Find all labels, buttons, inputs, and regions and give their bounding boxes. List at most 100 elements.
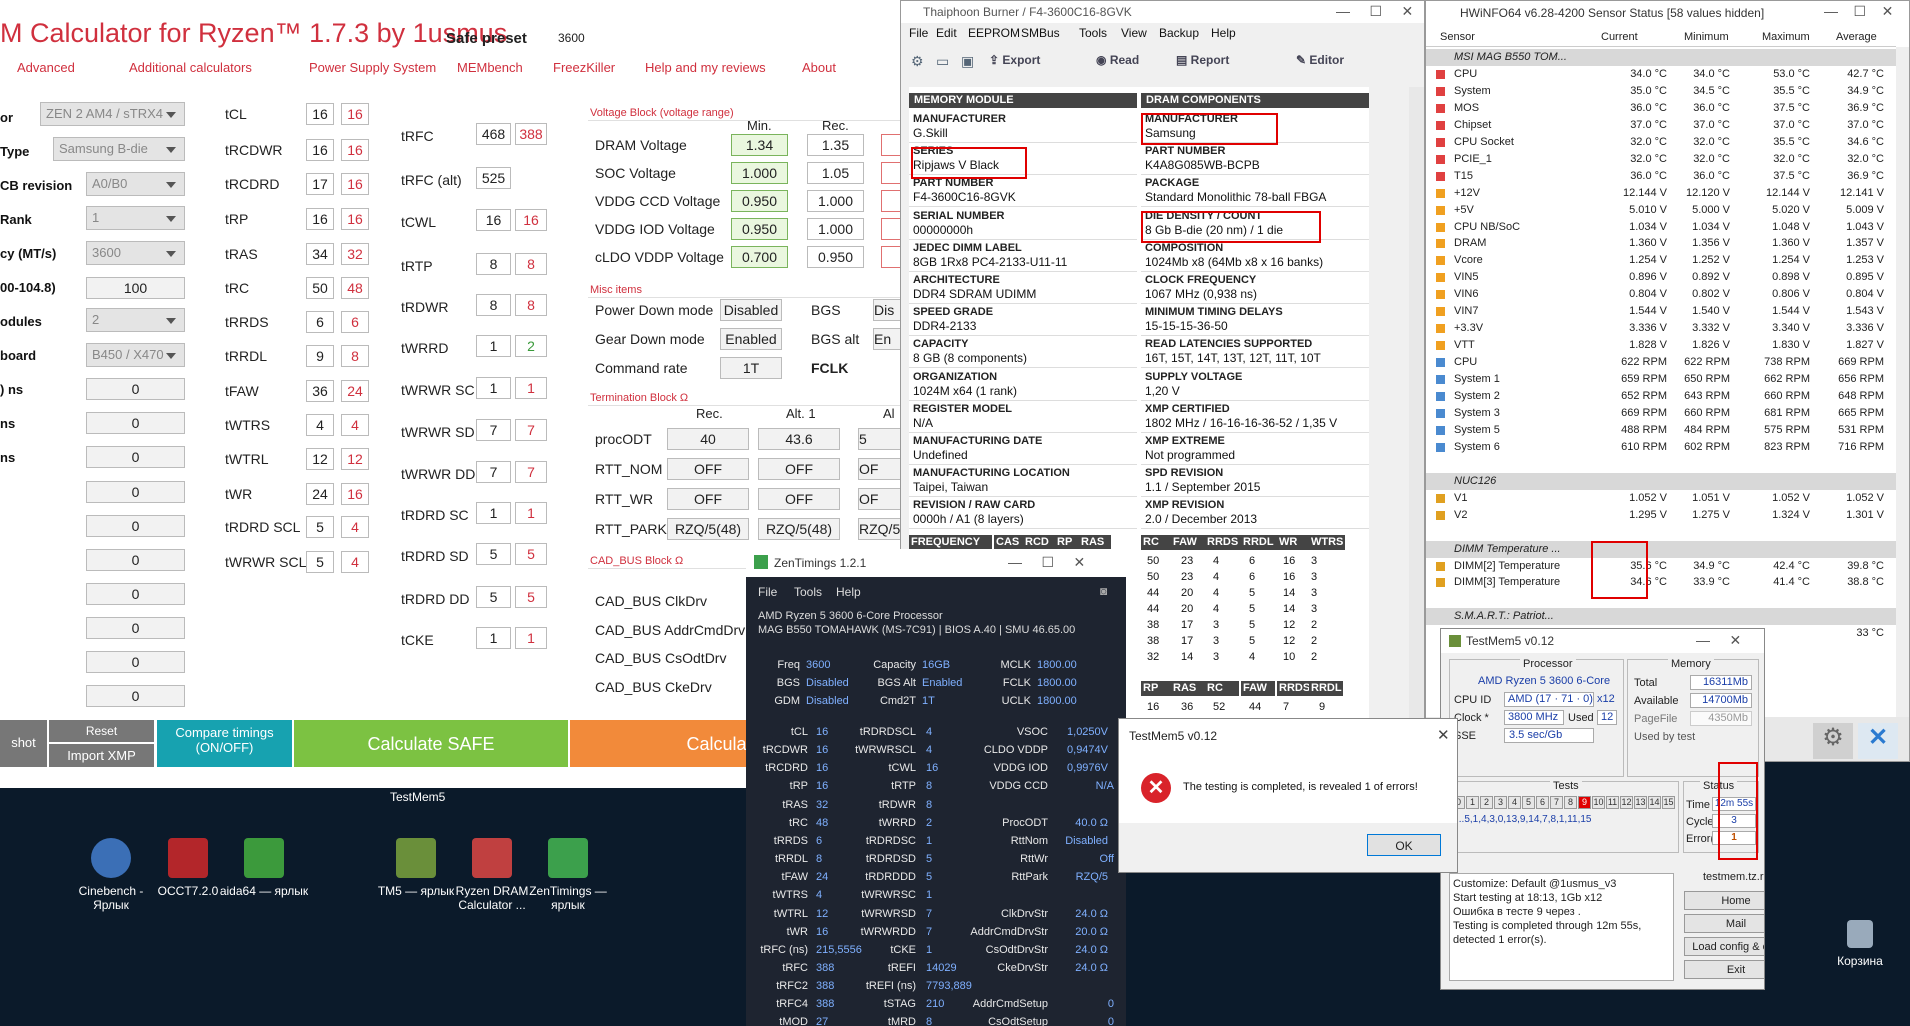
timing-safe-value[interactable]: 16 bbox=[341, 483, 369, 505]
sensor-row[interactable]: CPU 34.0 °C 34.0 °C 53.0 °C 42.7 °C bbox=[1426, 66, 1896, 83]
bclk-input[interactable]: 100 bbox=[86, 277, 185, 299]
timing-safe-value[interactable]: 5 bbox=[515, 543, 547, 565]
voltage-rec-value[interactable]: 1.000 bbox=[807, 218, 864, 240]
save-icon[interactable]: ▣ bbox=[961, 53, 974, 70]
sensor-row[interactable]: +12V 12.144 V 12.120 V 12.144 V 12.141 V bbox=[1426, 185, 1896, 202]
timing-value[interactable]: 12 bbox=[306, 448, 334, 470]
voltage-min-value[interactable]: 0.700 bbox=[731, 246, 788, 268]
pcb-revision-select[interactable]: A0/B0 bbox=[86, 172, 185, 196]
folder-icon[interactable]: ▭ bbox=[936, 53, 949, 70]
menu-help[interactable]: Help bbox=[836, 585, 861, 599]
ns-input[interactable]: 0 bbox=[86, 515, 185, 537]
misc-value[interactable]: 1T bbox=[720, 357, 782, 379]
menu-advanced[interactable]: Advanced bbox=[17, 60, 75, 75]
timing-safe-value[interactable]: 16 bbox=[341, 173, 369, 195]
sensor-row[interactable]: V1 1.052 V 1.051 V 1.052 V 1.052 V bbox=[1426, 490, 1896, 507]
sensor-row[interactable]: CPU Socket 32.0 °C 32.0 °C 35.5 °C 34.6 °C bbox=[1426, 134, 1896, 151]
timing-value[interactable]: 1 bbox=[476, 627, 511, 649]
reset-button[interactable]: Reset bbox=[49, 720, 154, 742]
scrollbar[interactable] bbox=[1409, 87, 1424, 719]
mail-button[interactable]: Mail bbox=[1684, 914, 1764, 933]
col-maximum[interactable]: Maximum bbox=[1762, 31, 1810, 43]
termination-alt2-value[interactable]: RZQ/5 bbox=[858, 518, 905, 540]
voltage-rec-value[interactable]: 1.000 bbox=[807, 190, 864, 212]
timing-safe-value[interactable]: 2 bbox=[515, 335, 547, 357]
voltage-rec-value[interactable]: 0.950 bbox=[807, 246, 864, 268]
timing-safe-value[interactable]: 8 bbox=[341, 345, 369, 367]
menu-membench[interactable]: MEMbench bbox=[457, 60, 523, 75]
col-current[interactable]: Current bbox=[1601, 31, 1638, 43]
voltage-min-value[interactable]: 0.950 bbox=[731, 218, 788, 240]
timing-value[interactable]: 50 bbox=[306, 277, 334, 299]
timing-safe-value[interactable]: 24 bbox=[341, 380, 369, 402]
menu-file[interactable]: File bbox=[758, 585, 777, 599]
sensor-row[interactable]: Chipset 37.0 °C 37.0 °C 37.0 °C 37.0 °C bbox=[1426, 117, 1896, 134]
timing-safe-value[interactable]: 1 bbox=[515, 377, 547, 399]
timing-value[interactable]: 16 bbox=[476, 209, 511, 231]
timing-safe-value[interactable]: 7 bbox=[515, 419, 547, 441]
sensor-row[interactable]: CPU NB/SoC 1.034 V 1.034 V 1.048 V 1.043 V bbox=[1426, 219, 1896, 236]
ok-button[interactable]: OK bbox=[1367, 834, 1441, 856]
ns-input[interactable]: 0 bbox=[86, 617, 185, 639]
timing-safe-value[interactable]: 4 bbox=[341, 551, 369, 573]
timing-safe-value[interactable]: 4 bbox=[341, 516, 369, 538]
timing-value[interactable]: 6 bbox=[306, 311, 334, 333]
sensor-row[interactable]: System 35.0 °C 34.5 °C 35.5 °C 34.9 °C bbox=[1426, 83, 1896, 100]
frequency-select[interactable]: 3600 bbox=[86, 241, 185, 265]
timing-value[interactable]: 5 bbox=[306, 516, 334, 538]
termination-alt1-value[interactable]: RZQ/5(48) bbox=[758, 518, 840, 540]
ns-input[interactable]: 0 bbox=[86, 583, 185, 605]
termination-alt1-value[interactable]: OFF bbox=[758, 458, 840, 480]
timing-value[interactable]: 468 bbox=[476, 123, 511, 145]
sensor-row[interactable]: NUC126 bbox=[1426, 472, 1896, 490]
menu-edit[interactable]: Edit bbox=[936, 26, 957, 40]
settings-icon[interactable]: ⚙ bbox=[1813, 723, 1853, 759]
exit-button[interactable]: Exit bbox=[1684, 960, 1764, 979]
menu-tools[interactable]: Tools bbox=[794, 585, 822, 599]
sensor-row[interactable]: DIMM[3] Temperature 34.6 °C 33.9 °C 41.4 °C… bbox=[1426, 574, 1896, 591]
menu-smbus[interactable]: SMBus bbox=[1021, 26, 1060, 40]
processor-select[interactable]: ZEN 2 AM4 / sTRX4 bbox=[40, 102, 185, 126]
termination-alt2-value[interactable]: OF bbox=[858, 458, 905, 480]
timing-safe-value[interactable]: 16 bbox=[341, 103, 369, 125]
close-icon[interactable]: ✕ bbox=[1858, 723, 1898, 759]
timing-safe-value[interactable]: 1 bbox=[515, 627, 547, 649]
menu-file[interactable]: File bbox=[909, 26, 928, 40]
menu-power-supply[interactable]: Power Supply System bbox=[309, 60, 436, 75]
sensor-row[interactable]: VIN6 0.804 V 0.802 V 0.806 V 0.804 V bbox=[1426, 286, 1896, 303]
ns-input[interactable]: 0 bbox=[86, 378, 185, 400]
menu-additional-calculators[interactable]: Additional calculators bbox=[129, 60, 252, 75]
memory-type-select[interactable]: Samsung B-die bbox=[53, 137, 185, 161]
export-button[interactable]: ⇪ Export bbox=[989, 53, 1040, 67]
home-button[interactable]: Home bbox=[1684, 891, 1764, 910]
timing-safe-value[interactable]: 8 bbox=[515, 253, 547, 275]
timing-value[interactable]: 1 bbox=[476, 377, 511, 399]
timing-value[interactable]: 7 bbox=[476, 419, 511, 441]
misc-value[interactable]: Enabled bbox=[720, 328, 782, 350]
timing-safe-value[interactable]: 32 bbox=[341, 243, 369, 265]
menu-help[interactable]: Help bbox=[1211, 26, 1236, 40]
voltage-min-value[interactable]: 0.950 bbox=[731, 190, 788, 212]
termination-rec-value[interactable]: OFF bbox=[667, 458, 749, 480]
modules-select[interactable]: 2 bbox=[86, 308, 185, 332]
rank-select[interactable]: 1 bbox=[86, 206, 185, 230]
gear-icon[interactable]: ⚙ bbox=[911, 53, 924, 70]
sensor-row[interactable] bbox=[1426, 524, 1896, 541]
timing-value[interactable]: 4 bbox=[306, 414, 334, 436]
ns-input[interactable]: 0 bbox=[86, 549, 185, 571]
motherboard-select[interactable]: B450 / X470 bbox=[86, 343, 185, 367]
col-average[interactable]: Average bbox=[1836, 31, 1877, 43]
load-config-exit-button[interactable]: Load config & exit bbox=[1684, 937, 1764, 956]
timing-value[interactable]: 24 bbox=[306, 483, 334, 505]
close-icon[interactable]: ✕ bbox=[1437, 726, 1450, 744]
screenshot-button[interactable]: shot bbox=[0, 720, 47, 767]
window-controls[interactable]: — ☐ ✕ bbox=[1824, 3, 1893, 20]
window-controls[interactable]: — ☐ ✕ bbox=[1336, 3, 1413, 20]
timing-value[interactable]: 5 bbox=[476, 543, 511, 565]
sensor-row[interactable]: T15 36.0 °C 36.0 °C 37.5 °C 36.9 °C bbox=[1426, 168, 1896, 185]
timing-value[interactable]: 34 bbox=[306, 243, 334, 265]
misc-value[interactable]: Disabled bbox=[720, 299, 782, 321]
timing-value[interactable]: 8 bbox=[476, 294, 511, 316]
timing-value[interactable]: 16 bbox=[306, 103, 334, 125]
timing-value[interactable]: 36 bbox=[306, 380, 334, 402]
